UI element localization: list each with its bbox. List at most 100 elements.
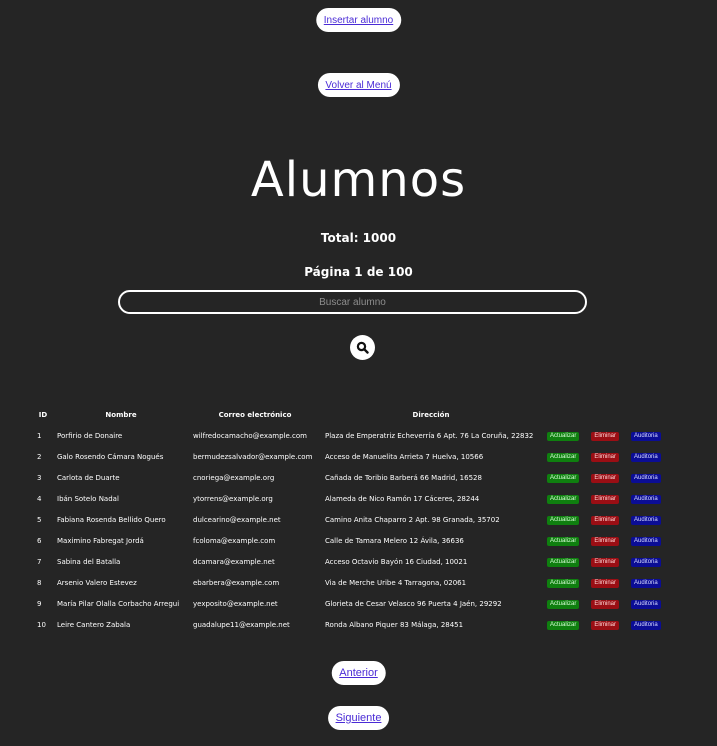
cell-action: Auditoria	[625, 593, 667, 614]
update-button[interactable]: Actualizar	[547, 494, 580, 504]
cell-correo: ytorrens@example.org	[193, 494, 273, 503]
cell-action: Auditoria	[625, 530, 667, 551]
update-button[interactable]: Actualizar	[547, 431, 580, 441]
cell-action: Actualizar	[541, 488, 585, 509]
cell-direccion: Cañada de Toribio Barberá 66 Madrid, 165…	[325, 473, 482, 482]
col-direccion-header: Dirección	[412, 411, 450, 419]
insert-student-button[interactable]: Insertar alumno	[315, 8, 402, 32]
audit-button[interactable]: Auditoria	[631, 452, 661, 462]
update-button[interactable]: Actualizar	[547, 515, 580, 525]
audit-button[interactable]: Auditoria	[631, 431, 661, 441]
cell-direccion: Acceso Octavio Bayón 16 Ciudad, 10021	[325, 557, 468, 566]
delete-button[interactable]: Eliminar	[591, 494, 620, 504]
cell-action: Eliminar	[585, 488, 625, 509]
insert-student-link[interactable]: Insertar alumno	[324, 15, 393, 26]
col-actions-header	[585, 405, 625, 425]
cell-action: Eliminar	[585, 551, 625, 572]
delete-button[interactable]: Eliminar	[591, 578, 620, 588]
cell-id: 10	[37, 620, 46, 629]
table-row: 5 Fabiana Rosenda Bellido Quero dulcearino…	[33, 509, 667, 530]
cell-nombre: Carlota de Duarte	[57, 473, 120, 482]
update-button[interactable]: Actualizar	[547, 578, 580, 588]
cell-action: Actualizar	[541, 467, 585, 488]
search-input[interactable]	[118, 290, 587, 314]
back-to-menu-link[interactable]: Volver al Menú	[325, 80, 391, 91]
delete-button[interactable]: Eliminar	[591, 431, 620, 441]
delete-button[interactable]: Eliminar	[591, 473, 620, 483]
cell-correo: bermudezsalvador@example.com	[193, 452, 313, 461]
previous-page-link[interactable]: Anterior	[339, 667, 378, 679]
table-row: 1 Porfirio de Donaire wilfredocamacho@exam…	[33, 425, 667, 446]
audit-button[interactable]: Auditoria	[631, 599, 661, 609]
cell-direccion: Via de Merche Uribe 4 Tarragona, 02061	[325, 578, 467, 587]
audit-button[interactable]: Auditoria	[631, 620, 661, 630]
search-icon	[356, 341, 369, 354]
cell-nombre: Sabina del Batalla	[57, 557, 121, 566]
search-button[interactable]	[350, 335, 375, 360]
audit-button[interactable]: Auditoria	[631, 473, 661, 483]
delete-button[interactable]: Eliminar	[591, 536, 620, 546]
students-table: ID Nombre Correo electrónico Dirección 1…	[33, 405, 667, 635]
back-to-menu-button[interactable]: Volver al Menú	[317, 73, 400, 97]
cell-correo: guadalupe11@example.net	[193, 620, 290, 629]
audit-button[interactable]: Auditoria	[631, 536, 661, 546]
update-button[interactable]: Actualizar	[547, 536, 580, 546]
cell-nombre: Leire Cantero Zabala	[57, 620, 131, 629]
cell-action: Actualizar	[541, 446, 585, 467]
cell-action: Auditoria	[625, 446, 667, 467]
total-count: Total: 1000	[320, 231, 397, 245]
update-button[interactable]: Actualizar	[547, 473, 580, 483]
cell-direccion: Ronda Albano Piquer 83 Málaga, 28451	[325, 620, 464, 629]
table-header-row: ID Nombre Correo electrónico Dirección	[33, 405, 667, 425]
cell-direccion: Calle de Tamara Melero 12 Ávila, 36636	[325, 536, 464, 545]
cell-nombre: Porfirio de Donaire	[57, 431, 123, 440]
cell-nombre: Arsenio Valero Estevez	[57, 578, 137, 587]
delete-button[interactable]: Eliminar	[591, 515, 620, 525]
delete-button[interactable]: Eliminar	[591, 620, 620, 630]
table-row: 8 Arsenio Valero Estevez ebarbera@example.…	[33, 572, 667, 593]
cell-id: 8	[37, 578, 42, 587]
cell-id: 7	[37, 557, 42, 566]
cell-nombre: Fabiana Rosenda Bellido Quero	[57, 515, 166, 524]
cell-nombre: Maximino Fabregat Jordá	[57, 536, 144, 545]
update-button[interactable]: Actualizar	[547, 599, 580, 609]
audit-button[interactable]: Auditoria	[631, 494, 661, 504]
cell-action: Auditoria	[625, 614, 667, 635]
cell-action: Auditoria	[625, 572, 667, 593]
cell-action: Eliminar	[585, 530, 625, 551]
table-row: 9 María Pilar Olalla Corbacho Arregui yexp…	[33, 593, 667, 614]
cell-action: Actualizar	[541, 614, 585, 635]
cell-id: 5	[37, 515, 42, 524]
next-page-link[interactable]: Siguiente	[336, 712, 382, 724]
audit-button[interactable]: Auditoria	[631, 557, 661, 567]
cell-action: Actualizar	[541, 425, 585, 446]
cell-direccion: Acceso de Manuelita Arrieta 7 Huelva, 10…	[325, 452, 484, 461]
delete-button[interactable]: Eliminar	[591, 557, 620, 567]
table-row: 3 Carlota de Duarte cnoriega@example.org Ca…	[33, 467, 667, 488]
col-id-header: ID	[38, 411, 48, 419]
cell-id: 1	[37, 431, 42, 440]
previous-page-button[interactable]: Anterior	[331, 661, 386, 685]
cell-action: Actualizar	[541, 509, 585, 530]
delete-button[interactable]: Eliminar	[591, 452, 620, 462]
cell-action: Actualizar	[541, 593, 585, 614]
cell-action: Eliminar	[585, 509, 625, 530]
cell-action: Eliminar	[585, 446, 625, 467]
table-row: 10 Leire Cantero Zabala guadalupe11@exampl…	[33, 614, 667, 635]
update-button[interactable]: Actualizar	[547, 620, 580, 630]
cell-id: 4	[37, 494, 42, 503]
audit-button[interactable]: Auditoria	[631, 578, 661, 588]
audit-button[interactable]: Auditoria	[631, 515, 661, 525]
cell-action: Auditoria	[625, 509, 667, 530]
cell-action: Eliminar	[585, 425, 625, 446]
page-indicator: Página 1 de 100	[304, 265, 413, 279]
update-button[interactable]: Actualizar	[547, 452, 580, 462]
col-actions-header	[541, 405, 585, 425]
cell-id: 6	[37, 536, 42, 545]
delete-button[interactable]: Eliminar	[591, 599, 620, 609]
page: Insertar alumno Volver al Menú Alumnos T…	[0, 0, 717, 746]
cell-direccion: Plaza de Emperatriz Echeverría 6 Apt. 76…	[325, 431, 534, 440]
update-button[interactable]: Actualizar	[547, 557, 580, 567]
cell-id: 9	[37, 599, 42, 608]
next-page-button[interactable]: Siguiente	[327, 706, 390, 730]
